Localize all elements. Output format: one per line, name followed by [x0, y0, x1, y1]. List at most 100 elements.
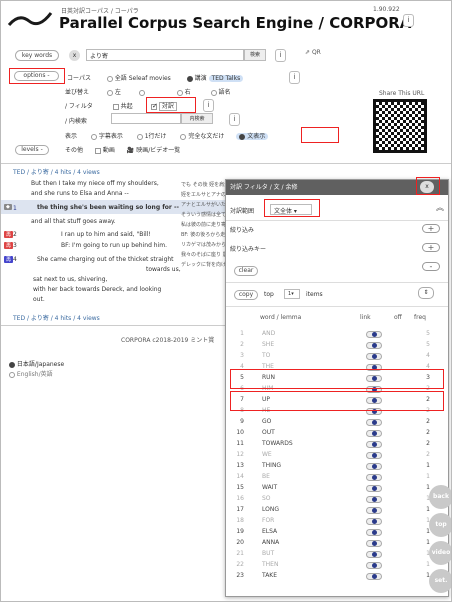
info-icon[interactable]: i	[403, 14, 414, 27]
info-icon[interactable]: i	[229, 113, 240, 126]
key-words-button[interactable]: key words	[15, 50, 59, 61]
link-toggle[interactable]	[366, 419, 382, 426]
options-toggle-button[interactable]: options -	[14, 71, 59, 81]
word-freq: 2	[426, 440, 430, 447]
link-toggle[interactable]	[366, 562, 382, 569]
inner-search-input[interactable]	[111, 113, 181, 124]
clear-query-button[interactable]: x	[69, 50, 80, 61]
back-button[interactable]: back	[429, 485, 451, 509]
qr-link[interactable]: ⇗ QR	[305, 49, 321, 56]
inner-search-button[interactable]: 内検索	[181, 113, 213, 124]
word-row: 15 WAIT 1	[228, 484, 444, 494]
info-icon[interactable]: i	[203, 99, 214, 112]
corpus-option-movies[interactable]: 全語 Seleaf movies	[106, 75, 171, 82]
filter-label: / フィルタ	[65, 103, 93, 110]
row-tag[interactable]: 再	[4, 231, 14, 238]
word-lemma: SO	[262, 495, 271, 502]
info-icon[interactable]: i	[275, 49, 286, 62]
sort-label: 並び替え	[65, 89, 90, 96]
link-toggle[interactable]	[366, 496, 382, 503]
word-lemma: SHE	[262, 341, 275, 348]
sort-left[interactable]: 左	[106, 89, 121, 96]
other-movie-list[interactable]: 🎥 映画/ビデオ一覧	[127, 147, 180, 154]
top-select[interactable]: 1▾	[284, 289, 300, 299]
link-toggle[interactable]	[366, 430, 382, 437]
word-rank: 20	[236, 539, 244, 546]
row-tag[interactable]: ◆	[4, 204, 12, 210]
result-line: sat next to us, shivering,	[33, 276, 108, 283]
word-rank: 16	[236, 495, 244, 502]
top-button[interactable]: top	[429, 513, 451, 537]
link-toggle[interactable]	[366, 331, 382, 338]
display-subtitles[interactable]: 字幕表示	[90, 133, 123, 140]
word-rank: 10	[236, 429, 244, 436]
sort-right[interactable]: 右	[176, 89, 191, 96]
display-complete[interactable]: 完全な文だけ	[180, 133, 224, 140]
link-toggle[interactable]	[366, 485, 382, 492]
filter-cooccur[interactable]: 共起	[112, 103, 133, 110]
sort-center[interactable]	[138, 89, 145, 96]
collapse-icon[interactable]: ︽	[436, 202, 444, 213]
result-line: She came charging out of the thicket str…	[37, 256, 174, 263]
other-video[interactable]: 動画	[94, 147, 115, 154]
word-rank: 11	[236, 440, 244, 447]
expand-icon[interactable]: ⇕	[418, 287, 434, 299]
link-toggle[interactable]	[366, 452, 382, 459]
word-lemma: ELSA	[262, 528, 278, 535]
link-toggle[interactable]	[366, 573, 382, 580]
link-toggle[interactable]	[366, 518, 382, 525]
search-input[interactable]: より寄	[86, 49, 244, 61]
result-line: with her back towards Dereck, and lookin…	[33, 286, 162, 293]
link-toggle[interactable]	[366, 441, 382, 448]
word-row: 10 OUT 2	[228, 429, 444, 439]
jp-line: デレックに背を向けて	[181, 262, 225, 268]
col-word: word / lemma	[260, 314, 302, 321]
jp-line: アナとエルサがいた	[181, 202, 225, 208]
link-toggle[interactable]	[366, 463, 382, 470]
results-summary-bottom[interactable]: TED / より寄 / 4 hits / 4 views	[13, 313, 100, 322]
word-freq: 4	[426, 352, 430, 359]
word-lemma: GO	[262, 418, 272, 425]
qr-code-image[interactable]	[373, 99, 427, 153]
word-lemma: BUT	[262, 550, 275, 557]
settings-button[interactable]: set.	[429, 569, 451, 593]
add-key-button[interactable]: +	[422, 243, 440, 252]
word-lemma: AND	[262, 330, 276, 337]
divider	[1, 325, 225, 326]
copy-button[interactable]: copy	[234, 290, 258, 300]
row-tag[interactable]: 再	[4, 256, 14, 263]
info-icon[interactable]: i	[289, 71, 300, 84]
results-summary[interactable]: TED / より寄 / 4 hits / 4 views	[13, 167, 100, 176]
lang-japanese[interactable]: 日本語/Japanese	[9, 359, 64, 368]
sort-name[interactable]: 語名	[210, 89, 231, 96]
link-toggle[interactable]	[366, 353, 382, 360]
video-button[interactable]: video	[429, 541, 451, 565]
levels-toggle-button[interactable]: levels -	[15, 145, 49, 155]
remove-button[interactable]: -	[422, 262, 440, 271]
display-sentence[interactable]: 文表示	[236, 133, 269, 140]
jp-line: BF: 彼の後ろから走り寄ります	[181, 232, 225, 238]
link-toggle[interactable]	[366, 529, 382, 536]
clear-button[interactable]: clear	[234, 266, 258, 276]
word-lemma: FOR	[262, 517, 275, 524]
run-highlight	[230, 369, 444, 389]
link-toggle[interactable]	[366, 507, 382, 514]
word-rank: 17	[236, 506, 244, 513]
link-toggle[interactable]	[366, 540, 382, 547]
word-lemma: TOWARDS	[262, 440, 293, 447]
filter-translation[interactable]: ✓ 対訳	[151, 101, 177, 111]
word-lemma: ANNA	[262, 539, 280, 546]
search-button[interactable]: 検索	[244, 49, 266, 61]
link-toggle[interactable]	[366, 342, 382, 349]
corpus-option-ted[interactable]: 講演 TED Talks	[186, 75, 244, 82]
up-highlight	[230, 391, 444, 411]
link-toggle[interactable]	[366, 551, 382, 558]
narrow-label: 絞り込み	[230, 227, 255, 234]
add-narrow-button[interactable]: +	[422, 224, 440, 233]
lang-english[interactable]: English/英語	[9, 369, 53, 378]
display-one-line[interactable]: 1行だけ	[136, 133, 167, 140]
range-highlight	[264, 199, 320, 217]
row-tag[interactable]: 再	[4, 242, 14, 249]
link-toggle[interactable]	[366, 474, 382, 481]
word-row: 16 SO 1	[228, 495, 444, 505]
